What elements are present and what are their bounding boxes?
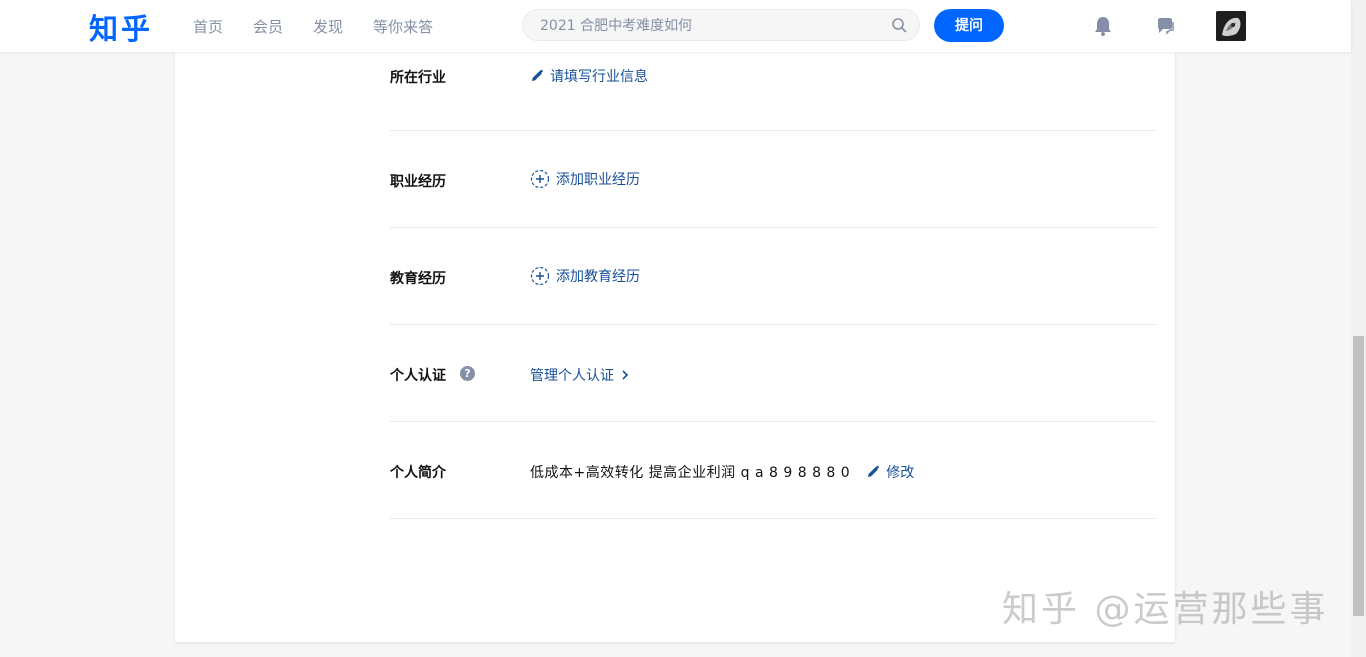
ask-question-button[interactable]: 提问 (934, 9, 1004, 42)
search-input[interactable] (538, 10, 872, 42)
scrollbar-thumb[interactable] (1353, 336, 1364, 616)
nav-home[interactable]: 首页 (193, 16, 223, 37)
search-box (522, 9, 920, 42)
pencil-icon (530, 69, 544, 83)
main-nav: 首页 会员 发现 等你来答 (193, 0, 463, 52)
education-label: 教育经历 (390, 271, 446, 287)
user-avatar[interactable] (1216, 11, 1246, 41)
chat-icon[interactable] (1154, 15, 1176, 37)
watermark: 知乎 @运营那些事 (1002, 589, 1329, 630)
add-circle-icon (530, 266, 550, 286)
search-icon[interactable] (891, 17, 907, 33)
manage-verification-link[interactable]: 管理个人认证 (530, 365, 636, 385)
fill-industry-text: 请填写行业信息 (550, 69, 648, 85)
add-career-link[interactable]: 添加职业经历 (530, 169, 640, 189)
add-education-link[interactable]: 添加教育经历 (530, 266, 640, 286)
bio-text: 低成本+高效转化 提高企业利润 q a 8 9 8 8 8 0 (530, 465, 851, 481)
nav-waiting-answers[interactable]: 等你来答 (373, 16, 433, 37)
add-career-text: 添加职业经历 (556, 172, 640, 188)
career-row: 职业经历 添加职业经历 (390, 130, 1156, 228)
top-navbar: 知乎 首页 会员 发现 等你来答 提问 (0, 0, 1351, 52)
page-scrollbar[interactable] (1351, 0, 1366, 657)
avatar-image (1216, 11, 1246, 41)
add-circle-icon (530, 169, 550, 189)
bell-icon[interactable] (1092, 15, 1114, 37)
fill-industry-link[interactable]: 请填写行业信息 (530, 66, 648, 86)
edit-bio-text: 修改 (886, 465, 915, 481)
zhihu-logo[interactable]: 知乎 (89, 6, 153, 48)
bio-label: 个人简介 (390, 465, 446, 481)
nav-membership[interactable]: 会员 (253, 16, 283, 37)
chevron-right-icon (620, 369, 630, 381)
verification-label: 个人认证 (390, 368, 446, 384)
bio-value: 低成本+高效转化 提高企业利润 q a 8 9 8 8 8 0 修改 (530, 462, 914, 482)
bio-row: 个人简介 低成本+高效转化 提高企业利润 q a 8 9 8 8 8 0 修改 (390, 421, 1156, 519)
career-label: 职业经历 (390, 174, 446, 190)
education-row: 教育经历 添加教育经历 (390, 227, 1156, 325)
add-education-text: 添加教育经历 (556, 269, 640, 285)
help-icon[interactable]: ? (460, 366, 475, 381)
edit-bio-button[interactable]: 修改 (866, 462, 914, 482)
industry-label: 所在行业 (390, 70, 446, 86)
profile-edit-card: 所在行业 请填写行业信息 职业经历 添加职业经历 教育经历 添加教育经历 个人认… (175, 40, 1175, 642)
manage-verification-text: 管理个人认证 (530, 368, 614, 384)
pencil-icon (866, 465, 880, 479)
verification-row: 个人认证 ? 管理个人认证 (390, 324, 1156, 422)
nav-discover[interactable]: 发现 (313, 16, 343, 37)
